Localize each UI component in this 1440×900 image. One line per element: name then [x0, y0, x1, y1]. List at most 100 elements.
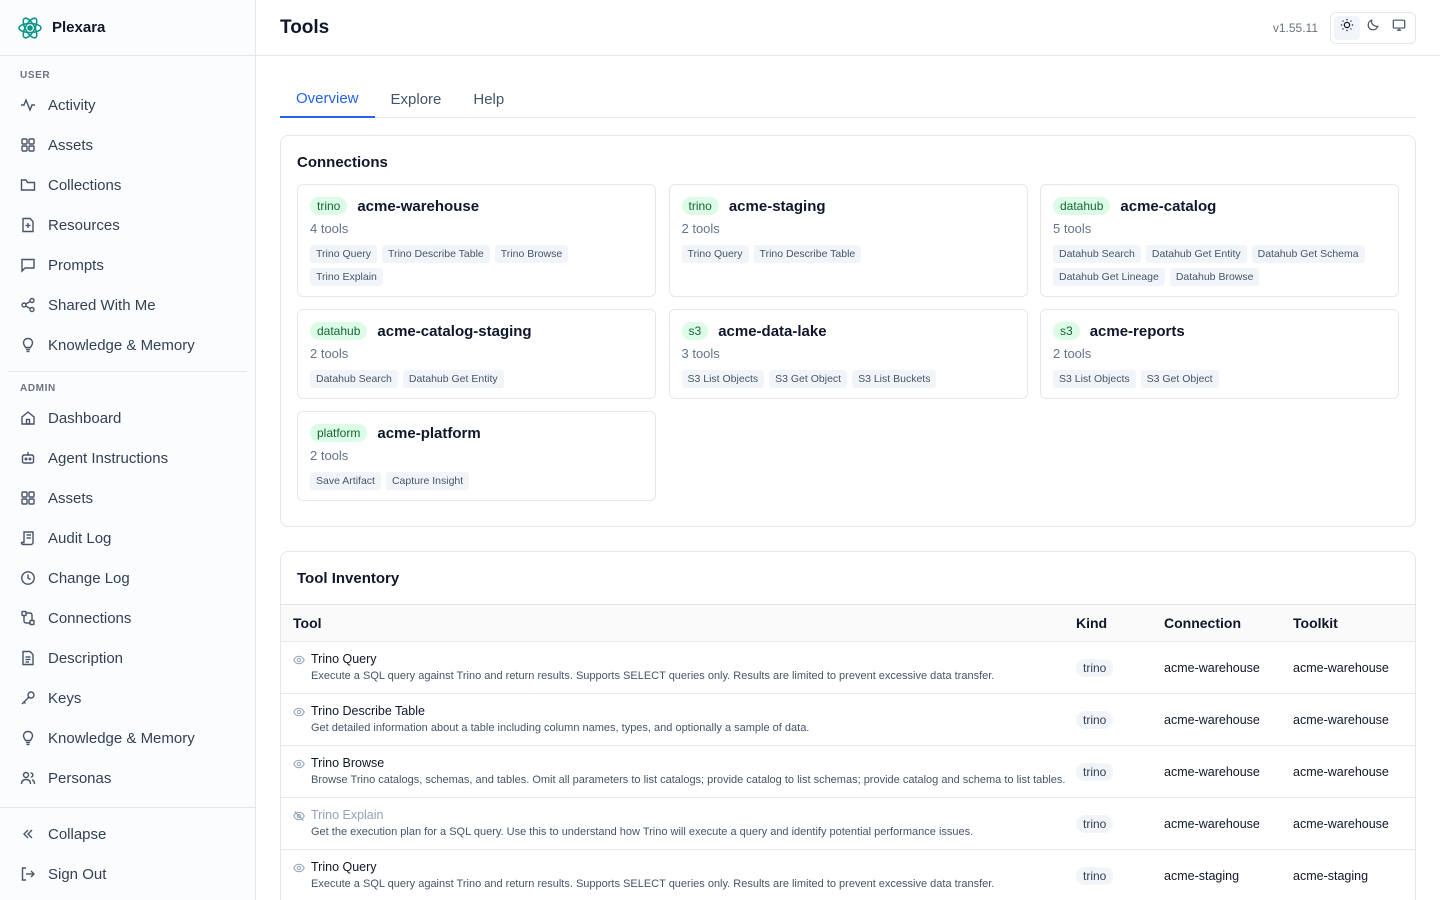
- activity-icon: [20, 97, 36, 113]
- tool-description: Execute a SQL query against Trino and re…: [311, 670, 995, 682]
- sidebar-item-shared-with-me[interactable]: Shared With Me: [0, 285, 255, 325]
- system-theme-button[interactable]: [1386, 16, 1412, 40]
- table-row[interactable]: Trino Describe Table Get detailed inform…: [281, 694, 1415, 746]
- home-icon: [20, 410, 36, 426]
- sidebar-item-prompts[interactable]: Prompts: [0, 245, 255, 285]
- tool-chip: S3 List Objects: [681, 370, 765, 388]
- column-header-tool[interactable]: Tool: [281, 615, 1076, 631]
- brand[interactable]: Plexara: [0, 0, 255, 56]
- sidebar-item-change-log[interactable]: Change Log: [0, 558, 255, 598]
- sidebar-item-admin-assets[interactable]: Assets: [0, 478, 255, 518]
- sidebar-item-assets[interactable]: Assets: [0, 125, 255, 165]
- tool-chip: S3 Get Object: [769, 370, 848, 388]
- sidebar-item-label: Personas: [48, 769, 112, 787]
- tool-description: Get detailed information about a table i…: [311, 722, 810, 734]
- kind-badge: trino: [1076, 658, 1114, 677]
- sidebar-item-label: Audit Log: [48, 529, 112, 547]
- theme-switcher: [1330, 11, 1416, 44]
- eye-icon[interactable]: [293, 705, 305, 717]
- brand-name: Plexara: [52, 19, 106, 36]
- eye-off-icon[interactable]: [293, 809, 305, 821]
- eye-icon[interactable]: [293, 861, 305, 873]
- log-out-icon: [20, 866, 36, 882]
- connection-card-acme-warehouse[interactable]: trino acme-warehouse 4 tools Trino Query…: [297, 184, 656, 297]
- column-header-connection[interactable]: Connection: [1164, 615, 1293, 631]
- connection-tool-count: 3 tools: [681, 346, 720, 361]
- tool-name: Trino Describe Table: [311, 704, 425, 718]
- collapse-button[interactable]: Collapse: [0, 814, 255, 854]
- tool-name: Trino Query: [311, 652, 377, 666]
- connection-tool-count: 5 tools: [1053, 221, 1092, 236]
- sidebar-item-label: Prompts: [48, 256, 104, 274]
- dark-theme-button[interactable]: [1360, 16, 1386, 40]
- table-row[interactable]: Trino Explain Get the execution plan for…: [281, 798, 1415, 850]
- connection-name: acme-data-lake: [718, 322, 827, 340]
- column-header-kind[interactable]: Kind: [1076, 615, 1164, 631]
- light-theme-button[interactable]: [1334, 15, 1360, 40]
- sidebar-item-keys[interactable]: Keys: [0, 678, 255, 718]
- connection-card-acme-reports[interactable]: s3 acme-reports 2 tools S3 List Objects …: [1040, 309, 1399, 399]
- table-row[interactable]: Trino Query Execute a SQL query against …: [281, 642, 1415, 694]
- eye-icon[interactable]: [293, 757, 305, 769]
- connection-card-acme-data-lake[interactable]: s3 acme-data-lake 3 tools S3 List Object…: [668, 309, 1028, 399]
- sign-out-label: Sign Out: [48, 865, 107, 883]
- sidebar-item-connections[interactable]: Connections: [0, 598, 255, 638]
- connection-card-acme-platform[interactable]: platform acme-platform 2 tools Save Arti…: [297, 411, 656, 501]
- sidebar-item-collections[interactable]: Collections: [0, 165, 255, 205]
- sidebar: Plexara USER Activity Assets Collections…: [0, 0, 256, 900]
- scroll-icon: [20, 530, 36, 546]
- toolkit-cell: acme-warehouse: [1293, 764, 1389, 779]
- connection-name: acme-catalog-staging: [377, 322, 532, 340]
- sidebar-item-description[interactable]: Description: [0, 638, 255, 678]
- connection-name: acme-catalog: [1120, 197, 1217, 215]
- grid-icon: [20, 137, 36, 153]
- sidebar-item-label: Assets: [48, 489, 94, 507]
- kind-badge: trino: [1076, 710, 1114, 729]
- tool-chip: Trino Describe Table: [382, 245, 490, 263]
- connections-title: Connections: [297, 154, 388, 171]
- tab-help[interactable]: Help: [457, 80, 520, 118]
- sidebar-item-label: Agent Instructions: [48, 449, 169, 467]
- tool-description: Get the execution plan for a SQL query. …: [311, 826, 974, 838]
- section-label-admin: ADMIN: [20, 382, 56, 394]
- sidebar-item-audit-log[interactable]: Audit Log: [0, 518, 255, 558]
- version-label: v1.55.11: [1272, 20, 1318, 35]
- tab-overview[interactable]: Overview: [280, 80, 375, 118]
- sidebar-item-admin-knowledge-memory[interactable]: Knowledge & Memory: [0, 718, 255, 758]
- sidebar-item-label: Connections: [48, 609, 132, 627]
- sidebar-item-resources[interactable]: Resources: [0, 205, 255, 245]
- connection-name: acme-platform: [377, 424, 481, 442]
- table-row[interactable]: Trino Browse Browse Trino catalogs, sche…: [281, 746, 1415, 798]
- tool-chip: S3 List Buckets: [852, 370, 937, 388]
- sidebar-item-dashboard[interactable]: Dashboard: [0, 398, 255, 438]
- connection-kind-badge: s3: [681, 322, 709, 340]
- connection-kind-badge: trino: [681, 197, 719, 215]
- tab-explore[interactable]: Explore: [375, 80, 458, 118]
- tool-name: Trino Browse: [311, 756, 385, 770]
- connection-card-acme-catalog-staging[interactable]: datahub acme-catalog-staging 2 tools Dat…: [297, 309, 656, 399]
- cable-icon: [20, 610, 36, 626]
- connection-kind-badge: s3: [1053, 322, 1080, 340]
- connection-card-acme-catalog[interactable]: datahub acme-catalog 5 tools Datahub Sea…: [1040, 184, 1399, 297]
- sign-out-button[interactable]: Sign Out: [0, 854, 255, 894]
- sidebar-item-activity[interactable]: Activity: [0, 85, 255, 125]
- eye-icon[interactable]: [293, 653, 305, 665]
- users-icon: [20, 770, 36, 786]
- tool-chip: Datahub Search: [1053, 245, 1141, 263]
- table-row[interactable]: Trino Query Execute a SQL query against …: [281, 850, 1415, 900]
- connection-tool-count: 2 tools: [1053, 346, 1092, 361]
- connection-tool-count: 2 tools: [681, 221, 720, 236]
- sidebar-item-personas[interactable]: Personas: [0, 758, 255, 798]
- sidebar-item-knowledge-memory[interactable]: Knowledge & Memory: [0, 325, 255, 365]
- sidebar-item-label: Dashboard: [48, 409, 122, 427]
- sidebar-item-agent-instructions[interactable]: Agent Instructions: [0, 438, 255, 478]
- tool-chip: Datahub Browse: [1169, 268, 1260, 286]
- lightbulb-icon: [20, 337, 36, 353]
- connection-card-acme-staging[interactable]: trino acme-staging 2 tools Trino Query T…: [668, 184, 1028, 297]
- sidebar-item-label: Description: [48, 649, 124, 667]
- column-header-toolkit[interactable]: Toolkit: [1293, 615, 1403, 631]
- connection-name: acme-reports: [1089, 322, 1185, 340]
- connections-card: Connections trino acme-warehouse 4 tools…: [280, 135, 1416, 527]
- tool-description: Execute a SQL query against Trino and re…: [311, 878, 995, 890]
- file-icon: [20, 217, 36, 233]
